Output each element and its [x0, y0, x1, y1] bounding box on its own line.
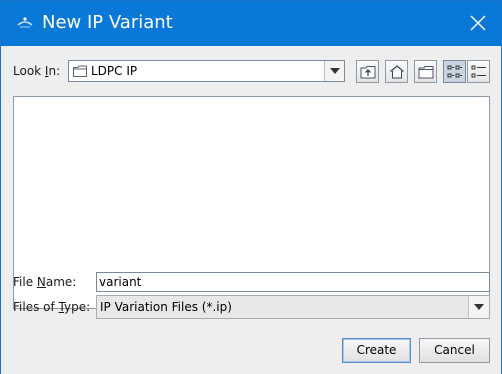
close-button[interactable] — [455, 1, 501, 46]
look-in-combo[interactable]: LDPC IP — [68, 60, 345, 82]
up-one-level-button[interactable] — [356, 60, 379, 83]
look-in-label: Look In: — [13, 64, 61, 78]
close-icon — [470, 15, 486, 31]
chevron-down-icon — [474, 304, 484, 310]
files-of-type-dropdown-button[interactable] — [468, 296, 489, 318]
details-view-button[interactable] — [467, 60, 490, 83]
dialog-content: Look In: LDPC IP File Name: variant File… — [1, 46, 501, 374]
files-of-type-combo[interactable]: IP Variation Files (*.ip) — [96, 295, 490, 319]
file-name-label: File Name: — [13, 275, 77, 289]
home-button[interactable] — [385, 60, 408, 83]
window-title: New IP Variant — [42, 12, 173, 33]
home-icon — [390, 65, 404, 79]
app-icon — [16, 15, 34, 29]
list-view-button[interactable] — [443, 60, 466, 83]
cancel-button[interactable]: Cancel — [419, 338, 490, 363]
folder-icon — [73, 65, 87, 80]
title-bar[interactable]: New IP Variant — [1, 1, 501, 46]
details-view-icon — [471, 65, 486, 78]
chevron-down-icon — [330, 68, 340, 74]
new-folder-button[interactable] — [414, 60, 437, 83]
new-folder-icon — [418, 66, 434, 79]
create-button[interactable]: Create — [342, 338, 411, 363]
look-in-value: LDPC IP — [91, 64, 138, 78]
new-ip-variant-dialog: New IP Variant Look In: LDPC IP File Nam… — [0, 0, 502, 374]
list-view-icon — [447, 65, 462, 78]
look-in-dropdown-button[interactable] — [324, 61, 344, 81]
file-name-input[interactable] — [97, 273, 489, 291]
up-folder-icon — [360, 66, 376, 79]
file-name-field[interactable] — [96, 272, 490, 292]
files-of-type-label: Files of Type: — [13, 300, 91, 314]
files-of-type-value: IP Variation Files (*.ip) — [100, 300, 232, 314]
